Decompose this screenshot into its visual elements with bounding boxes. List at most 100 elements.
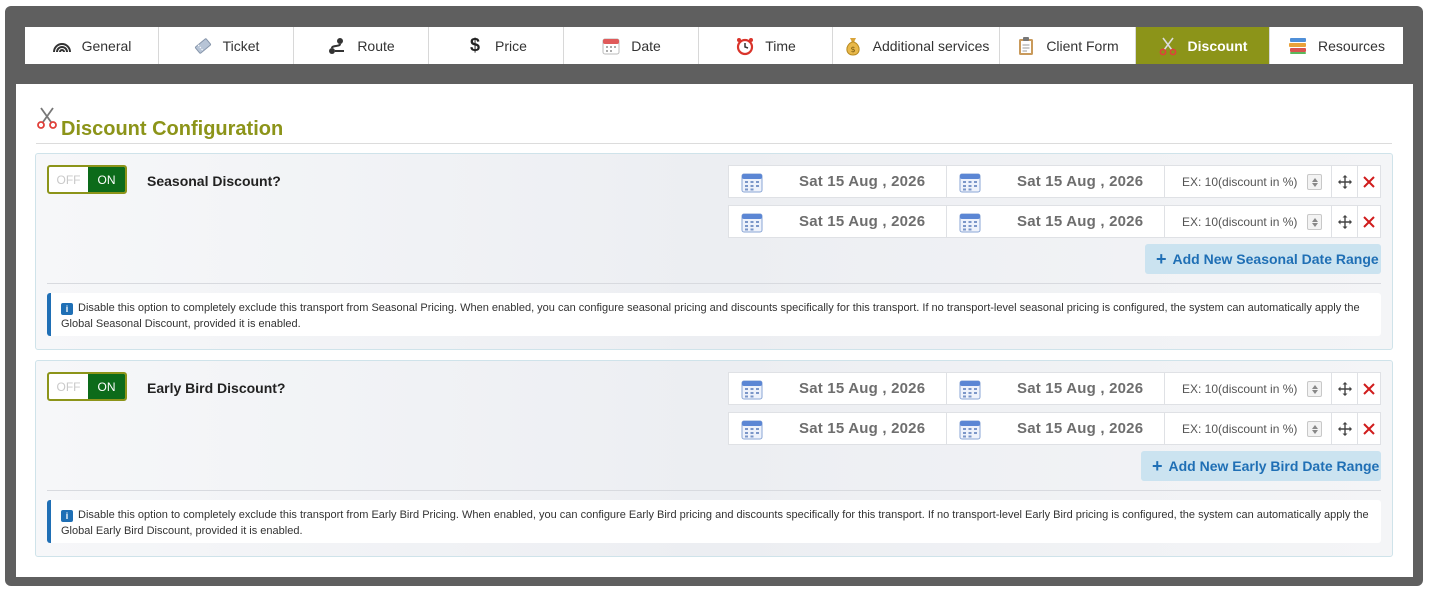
drag-handle[interactable] — [1332, 206, 1358, 237]
tab-label: Resources — [1318, 37, 1385, 54]
info-icon: i — [61, 510, 73, 522]
rainbow-icon — [52, 36, 72, 56]
section-heading: Discount Configuration — [36, 104, 1392, 144]
date-range-row: Sat 15 Aug , 2026 Sat 15 Aug , 2026 EX: … — [728, 165, 1381, 198]
end-date-field[interactable]: Sat 15 Aug , 2026 — [947, 413, 1165, 444]
discount-percent-input[interactable]: EX: 10(discount in %) — [1165, 206, 1332, 237]
tab-label: Discount — [1187, 37, 1248, 54]
tab-bar: General Ticket Route $ Price Date Time $… — [25, 27, 1403, 64]
seasonal-discount-section: OFF ON Seasonal Discount? Sat 15 Aug , 2… — [35, 153, 1393, 350]
number-spinner[interactable] — [1307, 174, 1322, 190]
divider — [47, 283, 1381, 284]
early-bird-discount-section: OFF ON Early Bird Discount? Sat 15 Aug ,… — [35, 360, 1393, 557]
end-date-value: Sat 15 Aug , 2026 — [1017, 213, 1144, 230]
plus-icon: + — [1152, 455, 1163, 476]
end-date-value: Sat 15 Aug , 2026 — [1017, 420, 1144, 437]
calendar-icon — [601, 36, 621, 56]
tab-general[interactable]: General — [25, 27, 159, 64]
calendar-icon — [741, 380, 763, 399]
plus-icon: + — [1156, 248, 1167, 269]
calendar-icon — [959, 380, 981, 399]
discount-percent-input[interactable]: EX: 10(discount in %) — [1165, 166, 1332, 197]
close-icon — [1363, 382, 1375, 395]
start-date-field[interactable]: Sat 15 Aug , 2026 — [729, 206, 947, 237]
svg-text:$: $ — [850, 45, 855, 54]
tab-label: Price — [495, 37, 527, 54]
date-range-row: Sat 15 Aug , 2026 Sat 15 Aug , 2026 EX: … — [728, 205, 1381, 238]
number-spinner[interactable] — [1307, 214, 1322, 230]
add-seasonal-range-button[interactable]: + Add New Seasonal Date Range — [1145, 244, 1381, 274]
early-bird-toggle[interactable]: OFF ON — [47, 372, 127, 401]
toggle-off-label: OFF — [56, 379, 81, 394]
tab-ticket[interactable]: Ticket — [159, 27, 294, 64]
tab-label: Client Form — [1046, 37, 1119, 54]
date-range-row: Sat 15 Aug , 2026 Sat 15 Aug , 2026 EX: … — [728, 372, 1381, 405]
drag-handle[interactable] — [1332, 166, 1358, 197]
route-icon — [327, 36, 347, 56]
move-icon — [1337, 214, 1352, 229]
remove-row-button[interactable] — [1358, 413, 1380, 444]
tab-label: Date — [631, 37, 661, 54]
discount-placeholder: EX: 10(discount in %) — [1182, 421, 1298, 436]
discount-percent-input[interactable]: EX: 10(discount in %) — [1165, 373, 1332, 404]
number-spinner[interactable] — [1307, 421, 1322, 437]
scissors-icon — [36, 106, 58, 135]
tab-label: Route — [357, 37, 395, 54]
tab-time[interactable]: Time — [699, 27, 833, 64]
discount-percent-input[interactable]: EX: 10(discount in %) — [1165, 413, 1332, 444]
info-text: Disable this option to completely exclud… — [61, 302, 1360, 330]
start-date-value: Sat 15 Aug , 2026 — [799, 213, 926, 230]
calendar-icon — [741, 213, 763, 232]
tab-route[interactable]: Route — [294, 27, 429, 64]
date-range-row: Sat 15 Aug , 2026 Sat 15 Aug , 2026 EX: … — [728, 412, 1381, 445]
tab-label: Ticket — [222, 37, 260, 54]
end-date-field[interactable]: Sat 15 Aug , 2026 — [947, 206, 1165, 237]
tab-date[interactable]: Date — [564, 27, 699, 64]
calendar-icon — [959, 173, 981, 192]
start-date-field[interactable]: Sat 15 Aug , 2026 — [729, 413, 947, 444]
tab-label: Time — [765, 37, 796, 54]
close-icon — [1363, 422, 1375, 435]
tab-resources[interactable]: Resources — [1270, 27, 1403, 64]
add-button-label: Add New Early Bird Date Range — [1168, 458, 1380, 474]
alarm-clock-icon — [735, 36, 755, 56]
discount-placeholder: EX: 10(discount in %) — [1182, 381, 1298, 396]
tab-price[interactable]: $ Price — [429, 27, 564, 64]
tab-label: General — [81, 37, 132, 54]
drag-handle[interactable] — [1332, 373, 1358, 404]
divider — [47, 490, 1381, 491]
add-early-bird-range-button[interactable]: + Add New Early Bird Date Range — [1141, 451, 1381, 481]
drag-handle[interactable] — [1332, 413, 1358, 444]
tab-additional-services[interactable]: $ Additional services — [833, 27, 1000, 64]
early-bird-info-notice: i Disable this option to completely exclu… — [47, 500, 1381, 543]
tab-discount[interactable]: Discount — [1136, 27, 1270, 64]
start-date-value: Sat 15 Aug , 2026 — [799, 173, 926, 190]
tab-client-form[interactable]: Client Form — [1000, 27, 1136, 64]
money-bag-icon: $ — [843, 36, 863, 56]
remove-row-button[interactable] — [1358, 166, 1380, 197]
start-date-value: Sat 15 Aug , 2026 — [799, 420, 926, 437]
remove-row-button[interactable] — [1358, 373, 1380, 404]
move-icon — [1337, 381, 1352, 396]
discount-placeholder: EX: 10(discount in %) — [1182, 214, 1298, 229]
ticket-icon — [193, 36, 213, 56]
seasonal-toggle[interactable]: OFF ON — [47, 165, 127, 194]
end-date-field[interactable]: Sat 15 Aug , 2026 — [947, 166, 1165, 197]
number-spinner[interactable] — [1307, 381, 1322, 397]
books-icon — [1288, 36, 1308, 56]
discount-panel: Discount Configuration OFF ON Seasonal D… — [16, 84, 1413, 577]
calendar-icon — [959, 213, 981, 232]
remove-row-button[interactable] — [1358, 206, 1380, 237]
info-text: Disable this option to completely exclud… — [61, 509, 1369, 537]
scissors-icon — [1158, 36, 1178, 56]
move-icon — [1337, 421, 1352, 436]
start-date-field[interactable]: Sat 15 Aug , 2026 — [729, 373, 947, 404]
calendar-icon — [741, 420, 763, 439]
close-icon — [1363, 215, 1375, 228]
end-date-field[interactable]: Sat 15 Aug , 2026 — [947, 373, 1165, 404]
seasonal-label: Seasonal Discount? — [147, 173, 281, 189]
start-date-field[interactable]: Sat 15 Aug , 2026 — [729, 166, 947, 197]
end-date-value: Sat 15 Aug , 2026 — [1017, 380, 1144, 397]
toggle-off-label: OFF — [56, 172, 81, 187]
toggle-on-label: ON — [88, 167, 125, 192]
